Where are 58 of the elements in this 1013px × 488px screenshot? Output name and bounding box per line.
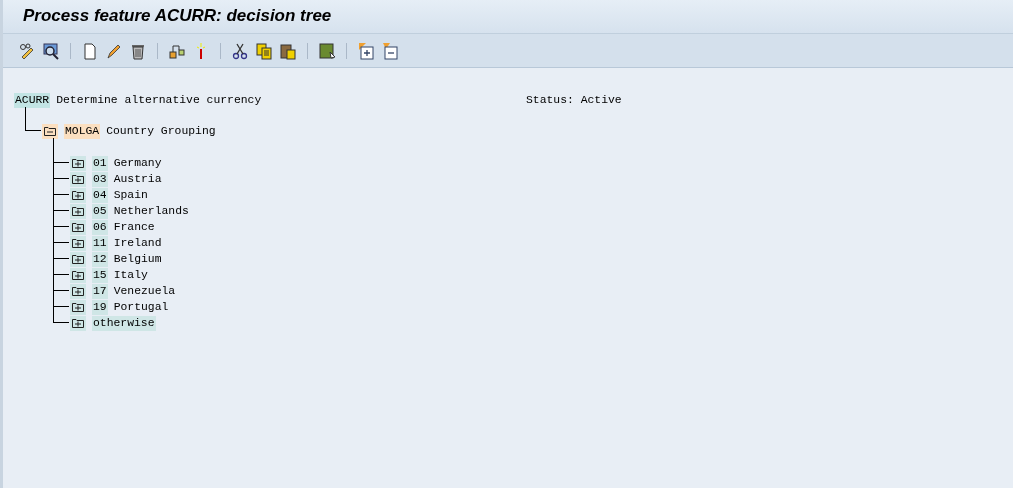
node-key[interactable]: 01 [92, 155, 108, 171]
collapsed-folder-icon[interactable] [70, 219, 86, 235]
scissors-icon[interactable] [231, 41, 249, 60]
copy-icon[interactable] [255, 41, 273, 60]
node-key[interactable]: 17 [92, 283, 108, 299]
collapsed-folder-icon[interactable] [70, 251, 86, 267]
collapsed-folder-icon[interactable] [70, 315, 86, 331]
document-icon[interactable] [81, 41, 99, 60]
collapsed-folder-icon[interactable] [70, 283, 86, 299]
tree-connector [53, 259, 69, 275]
tree-connector [53, 195, 69, 211]
image-icon[interactable] [318, 41, 336, 60]
node-key[interactable]: 06 [92, 219, 108, 235]
node-label: Belgium [113, 251, 162, 267]
expand-icon[interactable] [357, 41, 375, 60]
collapsed-folder-icon[interactable] [70, 235, 86, 251]
collapsed-folder-icon[interactable] [70, 155, 86, 171]
node-key[interactable]: 03 [92, 171, 108, 187]
tree-connector [53, 307, 69, 323]
collapsed-folder-icon[interactable] [70, 187, 86, 203]
node-key[interactable]: 11 [92, 235, 108, 251]
tree-connector [53, 227, 69, 243]
node-label: Portugal [113, 299, 169, 315]
node-label: Netherlands [113, 203, 189, 219]
tree-connector [53, 179, 69, 195]
magnifier-icon[interactable] [42, 41, 60, 60]
window-title: Process feature ACURR: decision tree [23, 6, 332, 25]
node-label: Italy [113, 267, 148, 283]
collapsed-folder-icon[interactable] [70, 171, 86, 187]
node-label: Venezuela [113, 283, 176, 299]
collapsed-folder-icon[interactable] [70, 203, 86, 219]
tree-connector [53, 291, 69, 307]
collapsed-folder-icon[interactable] [70, 299, 86, 315]
node-key[interactable]: ACURR [14, 92, 51, 108]
node-label: Spain [113, 187, 148, 203]
node-key[interactable]: 04 [92, 187, 108, 203]
node-label: France [113, 219, 155, 235]
node-key[interactable]: 05 [92, 203, 108, 219]
paste-icon[interactable] [279, 41, 297, 60]
node-key[interactable]: otherwise [92, 315, 156, 331]
node-key[interactable]: MOLGA [64, 123, 101, 139]
collapse-icon[interactable] [381, 41, 399, 60]
node-label: Determine alternative currency [56, 92, 262, 108]
node-label: Country Grouping [106, 123, 216, 139]
tree-connector [53, 211, 69, 227]
node-key[interactable]: 19 [92, 299, 108, 315]
tree-connector [25, 107, 41, 131]
glasses-pencil-icon[interactable] [18, 41, 36, 60]
node-key[interactable]: 15 [92, 267, 108, 283]
expanded-folder-icon[interactable] [42, 123, 58, 139]
node-key[interactable]: 12 [92, 251, 108, 267]
node-label: Ireland [113, 235, 162, 251]
tree-connector [53, 275, 69, 291]
collapsed-folder-icon[interactable] [70, 267, 86, 283]
node-label: Austria [113, 171, 162, 187]
status-text: Status: Active [526, 93, 622, 108]
tree-connector [53, 243, 69, 259]
node-label: Germany [113, 155, 162, 171]
